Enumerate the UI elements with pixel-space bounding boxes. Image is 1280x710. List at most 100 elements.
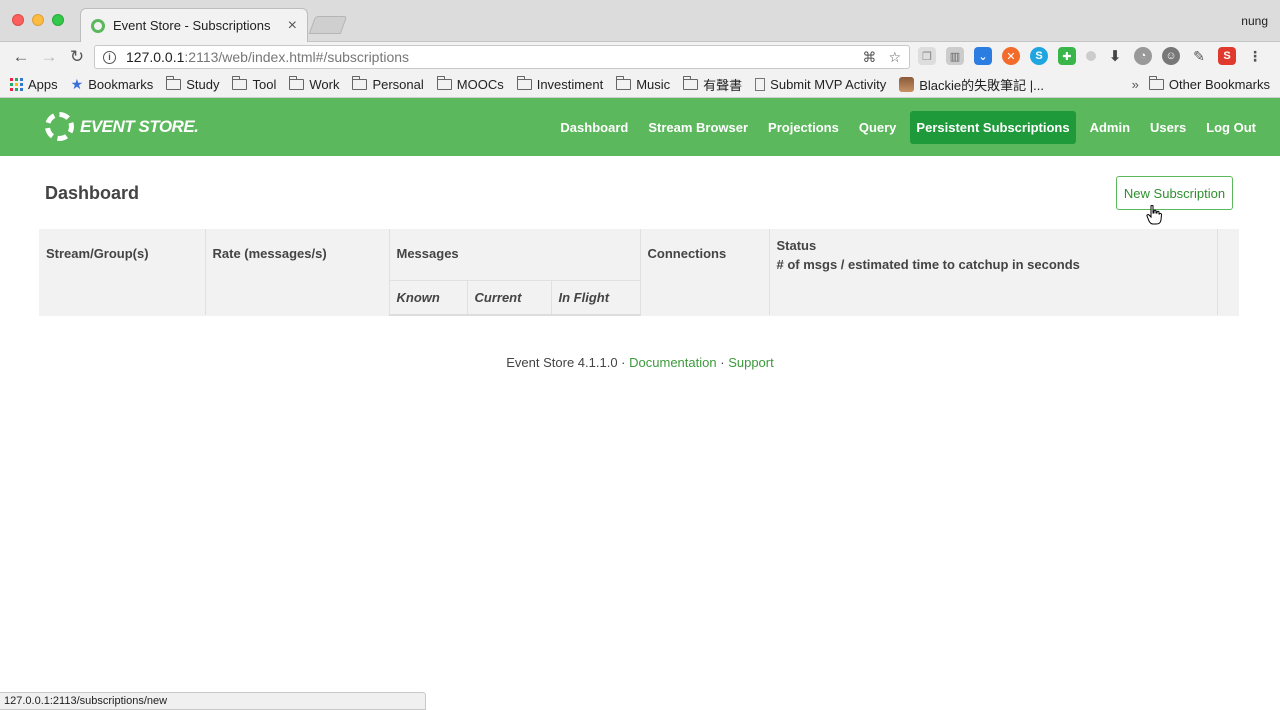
pocket-extension-icon[interactable]: ⌄	[974, 47, 992, 65]
folder-icon	[683, 76, 699, 90]
table-header-row: Stream/Group(s) Rate (messages/s) Messag…	[39, 229, 1239, 315]
folder-icon	[232, 76, 248, 90]
bookmarks-bar: Apps ★ Bookmarks Study Tool Work Persona…	[0, 72, 1280, 98]
main-nav: Dashboard Stream Browser Projections Que…	[546, 111, 1262, 144]
page-footer: Event Store 4.1.1.0 · Documentation · Su…	[0, 355, 1280, 370]
column-header-messages: Messages	[389, 229, 641, 280]
bookmark-label: Personal	[372, 77, 424, 92]
logo-text: EVENT STORE.	[80, 116, 199, 136]
green-extension-icon[interactable]: ✚	[1058, 47, 1076, 65]
translate-icon[interactable]: ⌘	[862, 49, 876, 66]
bookmark-label: Tool	[252, 77, 277, 92]
column-header-current: Current	[467, 279, 552, 316]
bookmark-label: Music	[636, 77, 671, 92]
browser-titlebar: Event Store - Subscriptions × nung	[0, 0, 1280, 42]
timer-extension-icon[interactable]: ◔	[1134, 47, 1152, 65]
column-header-rate: Rate (messages/s)	[205, 229, 390, 315]
bookmark-folder-moocs[interactable]: MOOCs	[436, 76, 504, 92]
nav-query[interactable]: Query	[853, 111, 903, 144]
status-header-subtitle: # of msgs / estimated time to catchup in…	[776, 257, 1080, 272]
folder-icon	[352, 76, 368, 90]
column-header-actions	[1217, 229, 1239, 315]
forward-arrow-icon[interactable]: →	[36, 45, 62, 69]
nav-stream-browser[interactable]: Stream Browser	[642, 111, 754, 144]
bookmark-label: Apps	[28, 77, 58, 92]
event-store-logo-icon	[45, 112, 74, 141]
bookmark-apps[interactable]: Apps	[10, 77, 58, 92]
tab-title: Event Store - Subscriptions	[113, 18, 271, 33]
chat-extension-icon[interactable]: ☺	[1162, 47, 1180, 65]
app-navbar: EVENT STORE. Dashboard Stream Browser Pr…	[0, 98, 1280, 156]
nav-log-out[interactable]: Log Out	[1200, 111, 1262, 144]
eyedropper-icon[interactable]: ✎	[1190, 47, 1208, 65]
bookmark-folder-work[interactable]: Work	[289, 76, 339, 92]
skype-extension-icon[interactable]: S	[1030, 47, 1048, 65]
browser-toolbar: ← → ↻ i 127.0.0.1:2113/web/index.html#/s…	[0, 42, 1280, 72]
browser-tab-active[interactable]: Event Store - Subscriptions ×	[80, 8, 308, 42]
close-window-button[interactable]	[12, 14, 24, 26]
site-info-icon[interactable]: i	[103, 50, 116, 64]
reload-icon[interactable]: ↻	[64, 45, 90, 69]
profile-name[interactable]: nung	[1241, 14, 1268, 28]
address-bar[interactable]: i 127.0.0.1:2113/web/index.html#/subscri…	[94, 45, 910, 69]
bookmark-label: 有聲書	[703, 78, 743, 93]
hand-pointer-cursor-icon	[1146, 205, 1162, 225]
bookmark-blackie[interactable]: Blackie的失敗筆記 |...	[899, 75, 1044, 94]
bookmark-folder-investiment[interactable]: Investiment	[516, 76, 604, 92]
back-arrow-icon[interactable]: ←	[8, 45, 34, 69]
more-bookmarks-chevron-icon[interactable]: »	[1132, 77, 1139, 92]
new-tab-button[interactable]	[308, 16, 348, 34]
column-header-known: Known	[389, 279, 468, 316]
trello-extension-icon[interactable]: ▥	[946, 47, 964, 65]
copy-extension-icon[interactable]: ❐	[918, 47, 936, 65]
folder-icon	[436, 76, 452, 90]
column-header-stream-group: Stream/Group(s)	[39, 229, 206, 315]
bookmark-folder-audiobooks[interactable]: 有聲書	[683, 75, 742, 94]
footer-documentation-link[interactable]: Documentation	[629, 355, 716, 370]
footer-support-link[interactable]: Support	[728, 355, 774, 370]
column-header-connections: Connections	[640, 229, 770, 315]
dot-extension-icon[interactable]	[1086, 51, 1096, 61]
bookmark-folder-personal[interactable]: Personal	[352, 76, 424, 92]
star-icon: ★	[70, 76, 84, 92]
browser-status-bar: 127.0.0.1:2113/subscriptions/new	[0, 692, 426, 710]
menu-kebab-icon[interactable]: ⋮	[1246, 47, 1264, 65]
new-subscription-button[interactable]: New Subscription	[1116, 176, 1233, 210]
bookmark-submit-mvp[interactable]: Submit MVP Activity	[755, 77, 886, 92]
bookmark-folder-tool[interactable]: Tool	[232, 76, 277, 92]
nav-projections[interactable]: Projections	[762, 111, 845, 144]
page-title: Dashboard	[45, 183, 140, 203]
bookmark-label: Investiment	[536, 77, 604, 92]
page-icon	[755, 78, 766, 91]
maximize-window-button[interactable]	[52, 14, 64, 26]
bookmark-folder-study[interactable]: Study	[166, 76, 219, 92]
folder-icon	[166, 76, 182, 90]
subscriptions-table: Stream/Group(s) Rate (messages/s) Messag…	[39, 229, 1239, 316]
extensions-area: ❐ ▥ ⌄ ✕ S ✚ ⬇ ◔ ☺ ✎ S ⋮	[918, 47, 1264, 65]
column-header-in-flight: In Flight	[551, 279, 641, 316]
bookmark-label: Submit MVP Activity	[770, 77, 887, 92]
footer-separator: ·	[720, 355, 725, 370]
bookmark-other-bookmarks[interactable]: Other Bookmarks	[1148, 76, 1270, 92]
bookmark-star-icon[interactable]: ☆	[888, 49, 901, 66]
url-path: :2113/web/index.html#/subscriptions	[184, 49, 410, 65]
nav-dashboard[interactable]: Dashboard	[554, 111, 634, 144]
bookmark-bookmarks[interactable]: ★ Bookmarks	[71, 76, 154, 93]
event-store-logo[interactable]: EVENT STORE.	[45, 112, 199, 141]
s-extension-icon[interactable]: S	[1218, 47, 1236, 65]
folder-icon	[516, 76, 532, 90]
nav-persistent-subscriptions[interactable]: Persistent Subscriptions	[910, 111, 1076, 144]
bookmark-label: Blackie的失敗筆記 |...	[919, 78, 1044, 93]
orange-extension-icon[interactable]: ✕	[1002, 47, 1020, 65]
event-store-favicon-icon	[91, 18, 105, 33]
status-header-label: Status	[776, 238, 817, 253]
minimize-window-button[interactable]	[32, 14, 44, 26]
folder-icon	[289, 76, 305, 90]
bookmark-folder-music[interactable]: Music	[616, 76, 671, 92]
nav-admin[interactable]: Admin	[1084, 111, 1136, 144]
tab-close-icon[interactable]: ×	[288, 17, 297, 34]
nav-users[interactable]: Users	[1144, 111, 1192, 144]
download-icon[interactable]: ⬇	[1106, 47, 1124, 65]
bookmark-label: Other Bookmarks	[1168, 77, 1270, 92]
bookmark-label: Bookmarks	[88, 77, 154, 92]
